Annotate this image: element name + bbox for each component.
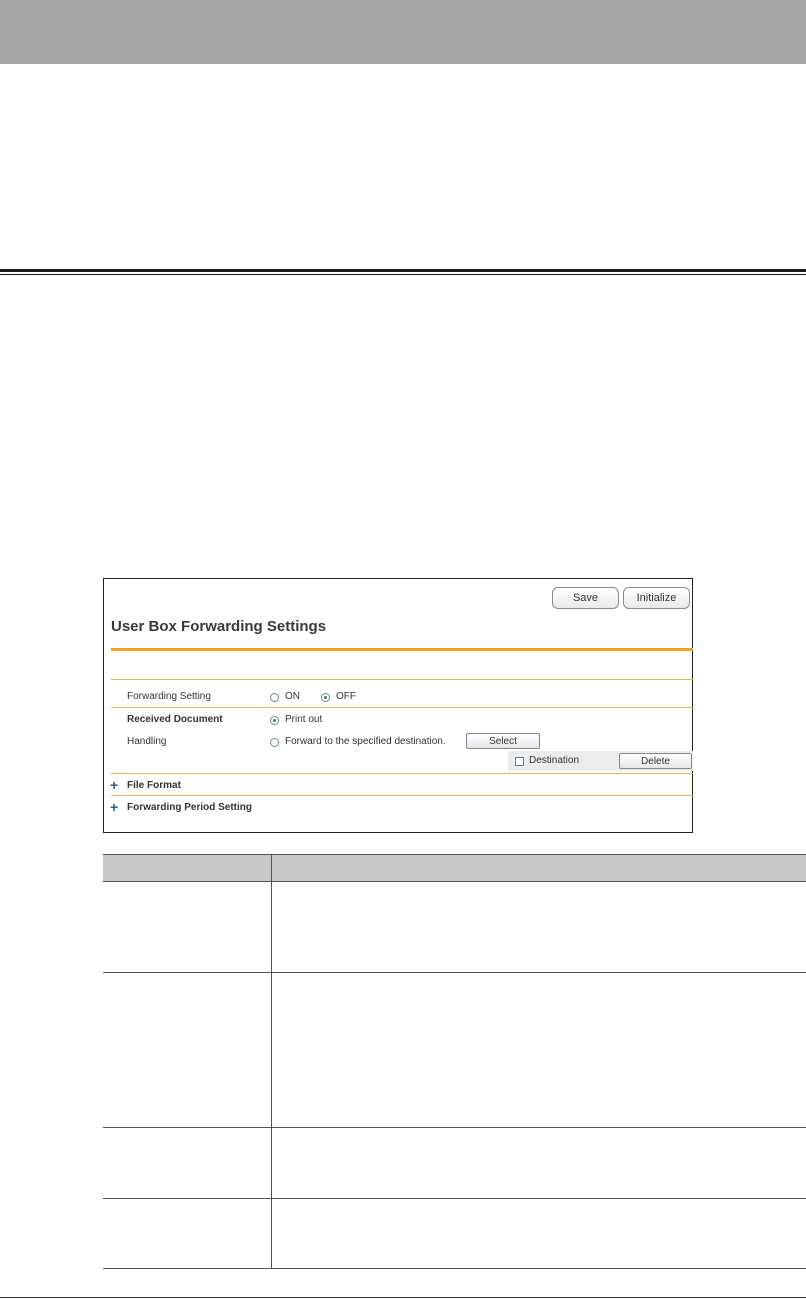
save-button[interactable]: Save	[552, 587, 619, 609]
print-out-label: Print out	[285, 714, 323, 725]
forward-destination-radio[interactable]	[270, 738, 279, 747]
column-separator	[271, 854, 272, 1269]
forwarding-on-radio[interactable]	[270, 693, 279, 702]
print-out-radio[interactable]	[270, 716, 279, 725]
settings-description-table	[103, 854, 806, 1269]
row-divider	[111, 773, 693, 774]
table-row-divider	[103, 1127, 806, 1128]
forwarding-on-label: ON	[285, 691, 300, 702]
handling-label: Handling	[127, 736, 167, 747]
table-header	[103, 854, 806, 882]
row-divider	[111, 679, 693, 680]
forwarding-settings-screenshot: Save Initialize User Box Forwarding Sett…	[103, 578, 693, 833]
table-row-divider	[103, 1198, 806, 1199]
initialize-button[interactable]: Initialize	[623, 587, 690, 609]
page-header-band	[0, 0, 806, 64]
plus-icon[interactable]: +	[110, 800, 118, 814]
panel-title: User Box Forwarding Settings	[111, 618, 327, 635]
delete-button[interactable]: Delete	[619, 753, 692, 769]
file-format-section[interactable]: File Format	[127, 780, 181, 791]
row-divider	[111, 795, 693, 796]
row-divider	[111, 707, 693, 708]
received-document-label: Received Document	[127, 714, 223, 725]
title-underline	[111, 648, 693, 651]
forwarding-off-label: OFF	[336, 691, 356, 702]
destination-checkbox[interactable]	[515, 757, 524, 766]
forwarding-setting-label: Forwarding Setting	[127, 691, 211, 702]
plus-icon[interactable]: +	[110, 778, 118, 792]
footer-rule	[0, 1297, 806, 1298]
table-row-divider	[103, 972, 806, 973]
section-divider	[0, 269, 806, 272]
select-button[interactable]: Select	[466, 733, 540, 749]
destination-label: Destination	[529, 755, 580, 766]
forwarding-period-section[interactable]: Forwarding Period Setting	[127, 802, 252, 813]
table-bottom-border	[103, 1268, 806, 1269]
forward-destination-label: Forward to the specified destination.	[285, 736, 446, 747]
section-divider-thin	[0, 274, 806, 275]
forwarding-off-radio[interactable]	[321, 693, 330, 702]
